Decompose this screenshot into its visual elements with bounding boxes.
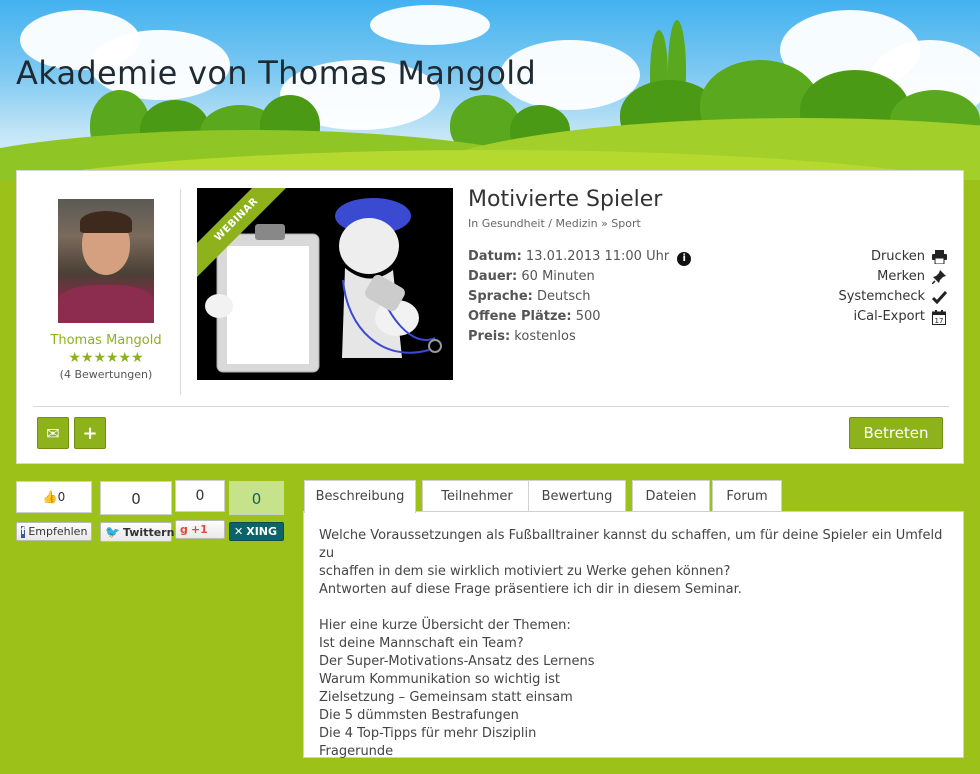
- xing-button[interactable]: ✕ XING: [229, 522, 284, 541]
- event-details: Datum: 13.01.2013 11:00 Uhr i Dauer: 60 M…: [468, 247, 692, 347]
- gplus-button[interactable]: g +1: [175, 520, 225, 539]
- event-card: Thomas Mangold ★★★★★★ (4 Bewertungen) WE…: [16, 170, 964, 464]
- tab-teilnehmer[interactable]: Teilnehmer: [422, 480, 532, 512]
- twitter-icon: 🐦: [105, 525, 120, 539]
- ratings-count[interactable]: (4 Bewertungen): [41, 368, 171, 381]
- bookmark-action[interactable]: Merken: [838, 267, 947, 287]
- google-icon: g: [180, 523, 188, 536]
- topic-item: Warum Kommunikation so wichtig ist: [319, 672, 560, 687]
- ical-export-action[interactable]: iCal-Export 17: [838, 307, 947, 327]
- topics-heading: Hier eine kurze Übersicht der Themen:: [319, 618, 571, 633]
- vertical-divider: [180, 189, 181, 395]
- check-icon: [931, 289, 947, 305]
- systemcheck-action[interactable]: Systemcheck: [838, 287, 947, 307]
- mail-button[interactable]: ✉: [37, 417, 69, 449]
- site-title: Akademie von Thomas Mangold: [16, 54, 537, 92]
- detail-language: Sprache: Deutsch: [468, 289, 591, 304]
- facebook-icon: f: [21, 525, 26, 538]
- enter-button[interactable]: Betreten: [849, 417, 943, 449]
- topic-item: Die 5 dümmsten Bestrafungen: [319, 708, 519, 723]
- event-actions: Drucken Merken Systemcheck iCal-Export 1…: [838, 247, 947, 327]
- pin-icon: [931, 269, 947, 285]
- info-icon[interactable]: i: [677, 252, 692, 266]
- topic-item: Der Super-Motivations-Ansatz des Lernens: [319, 654, 595, 669]
- svg-text:17: 17: [935, 317, 944, 325]
- facebook-like-button[interactable]: f Empfehlen: [16, 522, 92, 541]
- xing-icon: ✕: [234, 525, 244, 538]
- tab-dateien[interactable]: Dateien: [632, 480, 710, 512]
- tab-forum[interactable]: Forum: [712, 480, 782, 512]
- horizontal-divider: [33, 406, 949, 407]
- add-button[interactable]: +: [74, 417, 106, 449]
- description-line: Antworten auf diese Frage präsentiere ic…: [319, 582, 742, 597]
- detail-price: Preis: kostenlos: [468, 329, 576, 344]
- description-text: Welche Voraussetzungen als Fußballtraine…: [304, 512, 963, 774]
- event-image: WEBINAR: [197, 188, 453, 380]
- topic-item: Zielsetzung – Gemeinsam statt einsam: [319, 690, 573, 705]
- topic-item: Ist deine Mannschaft ein Team?: [319, 636, 524, 651]
- tab-beschreibung[interactable]: Beschreibung: [304, 480, 416, 513]
- detail-seats: Offene Plätze: 500: [468, 309, 601, 324]
- description-panel: Welche Voraussetzungen als Fußballtraine…: [303, 511, 964, 759]
- breadcrumb[interactable]: In Gesundheit / Medizin » Sport: [468, 217, 641, 230]
- avatar[interactable]: [58, 199, 154, 323]
- twitter-count: 0: [100, 481, 172, 515]
- description-line: schaffen in dem sie wirklich motiviert z…: [319, 564, 731, 579]
- tab-bewertung[interactable]: Bewertung: [528, 480, 626, 512]
- author-box: Thomas Mangold ★★★★★★ (4 Bewertungen): [41, 193, 171, 381]
- topic-item: Fragerunde: [319, 744, 394, 759]
- detail-duration: Dauer: 60 Minuten: [468, 269, 595, 284]
- print-action[interactable]: Drucken: [838, 247, 947, 267]
- printer-icon: [931, 249, 947, 265]
- detail-date: Datum: 13.01.2013 11:00 Uhr i: [468, 247, 692, 267]
- rating-stars: ★★★★★★: [68, 350, 144, 366]
- facebook-count: 👍0: [16, 481, 92, 513]
- author-name-link[interactable]: Thomas Mangold: [41, 333, 171, 348]
- thumbs-up-icon: 👍: [42, 490, 58, 504]
- xing-count: 0: [229, 481, 284, 515]
- twitter-button[interactable]: 🐦 Twittern: [100, 522, 174, 542]
- gplus-count: 0: [175, 480, 225, 512]
- topic-item: Die 4 Top-Tipps für mehr Disziplin: [319, 726, 537, 741]
- event-title: Motivierte Spieler: [468, 187, 663, 212]
- description-line: Welche Voraussetzungen als Fußballtraine…: [319, 528, 943, 561]
- calendar-icon: 17: [931, 309, 947, 325]
